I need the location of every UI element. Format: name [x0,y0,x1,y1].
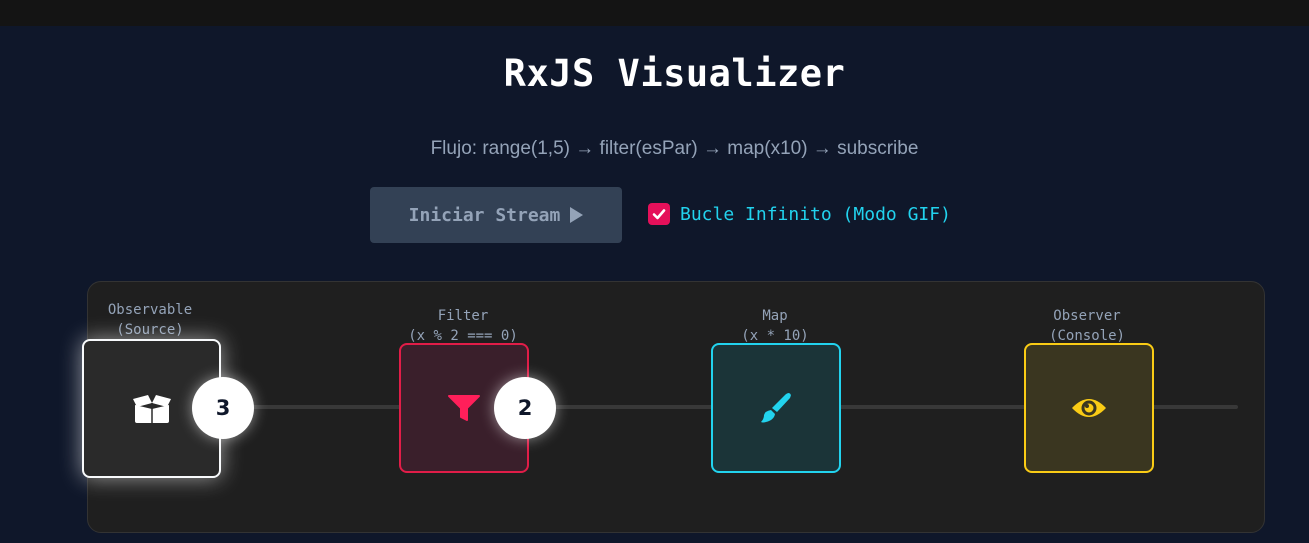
loop-label: Bucle Infinito (Modo GIF) [680,203,951,225]
observer-stage-box [1024,343,1154,473]
source-stage-title: Observable [107,302,193,318]
filter-stage-title: Filter [437,308,489,324]
play-icon [570,207,584,223]
window-top-bar [0,0,1309,26]
eye-icon [1072,399,1106,417]
loop-checkbox[interactable] [648,203,670,225]
map-stage-label: Map (x * 10) [675,306,875,346]
value-bubble: 3 [192,377,254,439]
paintbrush-icon [761,393,791,423]
observer-stage-label: Observer (Console) [987,306,1187,346]
map-stage-title: Map [762,308,788,324]
map-stage-box [711,343,841,473]
page-title: RxJS Visualizer [503,52,846,95]
filter-stage-label: Filter (x % 2 === 0) [363,306,563,346]
box-open-icon [132,394,171,423]
check-icon [652,209,666,220]
start-stream-button[interactable]: Iniciar Stream [370,187,622,243]
source-stage-subtitle: (Source) [116,322,184,338]
filter-icon [448,395,480,421]
flow-description: Flujo: range(1,5) → filter(esPar) → map(… [430,138,919,159]
observer-stage-title: Observer [1053,308,1121,324]
start-stream-label: Iniciar Stream [408,204,561,226]
source-stage-label: Observable (Source) [50,300,250,340]
value-bubble: 2 [494,377,556,439]
loop-toggle[interactable]: Bucle Infinito (Modo GIF) [648,203,951,225]
